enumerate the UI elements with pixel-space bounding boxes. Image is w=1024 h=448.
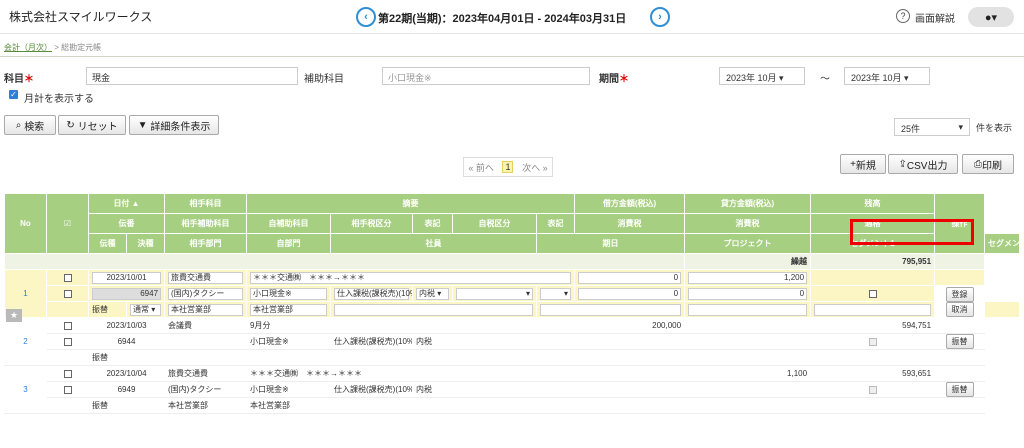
row-checkbox[interactable] [63,273,72,282]
transfer-button[interactable]: 振替 [945,334,974,349]
current-page[interactable]: 1 [502,161,514,173]
caret-down-icon: ▼ [137,119,148,131]
pagination: « 前へ 1 次へ » [463,157,553,177]
tilde: ～ [820,74,830,85]
upload-icon: ⇪ [898,158,907,170]
qualified-checkbox[interactable] [868,289,877,298]
search-button[interactable]: ⌕ 検索 [4,115,56,135]
col-counter-account: 相手科目 [164,193,248,214]
monthly-label: 月計を表示する [24,94,94,105]
table-row: 2 2023/10/03 会議費 9月分 200,000 594,751 [4,317,1020,366]
account-label: 科目＊ [4,74,34,85]
search-icon: ⌕ [15,119,22,131]
csv-export-button[interactable]: ⇪ CSV出力 [888,154,958,174]
chevron-right-icon[interactable]: › [650,7,670,27]
register-button[interactable]: 登録 [945,286,974,302]
breadcrumb-link[interactable]: 会計（月次） [4,43,52,52]
col-no: No [4,193,47,254]
table-row: 1 2023/10/01 旅費交通費 ＊＊＊交通㈱ ＊＊＊→＊＊＊ 0 1,20… [4,269,1020,318]
table-row: 3 2023/10/04 旅費交通費 ＊＊＊交通㈱ ＊＊＊→＊＊＊ 1,100 … [4,365,1020,414]
account-input[interactable]: 現金 [86,67,298,85]
sub-account-input[interactable]: 小口現金※ [382,67,590,85]
col-check: ☑ [46,193,89,254]
col-credit: 貸方金額(税込) [684,193,812,214]
help-link[interactable]: 画面解説 [915,10,955,25]
new-button[interactable]: + 新規 [840,154,886,174]
col-memo: 摘要 [246,193,576,214]
sub-account-label: 補助科目 [304,74,344,85]
col-debit: 借方金額(税込) [574,193,686,214]
col-date-sort[interactable]: 日付 ▲ [87,193,166,214]
row-checkbox[interactable] [63,289,72,298]
refresh-icon: ↻ [66,119,75,131]
company-name: 株式会社スマイルワークス [9,10,153,24]
period-label: 期間＊ [599,74,629,85]
per-page-suffix: 件を表示 [976,123,1013,133]
period-from-select[interactable]: 2023年 10月 ▾ [719,67,805,85]
user-menu-button[interactable]: ●▾ [968,7,1014,27]
printer-icon: ⎙ [974,158,982,170]
per-page-select[interactable]: 25件 ▾ [894,118,970,136]
transfer-button[interactable]: 振替 [945,382,974,397]
star-icon[interactable]: ★ [6,309,22,322]
carry-balance: 795,951 [810,253,936,270]
chevron-left-icon[interactable]: ‹ [356,7,376,27]
carry-label: 繰越 [684,253,812,270]
highlight-qualified-header [850,219,974,245]
prev-page-link[interactable]: « 前へ [468,161,494,174]
print-button[interactable]: ⎙ 印刷 [962,154,1014,174]
period-to-select[interactable]: 2023年 10月 ▾ [844,67,930,85]
detail-conditions-button[interactable]: ▼ 詳細条件表示 [129,115,219,135]
breadcrumb-current: 総勘定元帳 [61,43,102,52]
monthly-checkbox[interactable]: ✓ [9,90,18,99]
col-balance: 残高 [810,193,936,214]
breadcrumb: 会計（月次） > 総勘定元帳 [4,43,102,52]
next-page-link[interactable]: 次へ » [522,161,548,174]
cancel-button[interactable]: 取消 [945,301,974,317]
divider [0,56,1024,57]
reset-button[interactable]: ↻ リセット [58,115,126,135]
fiscal-period: 第22期(当期)：2023年04月01日 - 2024年03月31日 [378,13,627,25]
help-icon[interactable]: ? [896,9,910,23]
